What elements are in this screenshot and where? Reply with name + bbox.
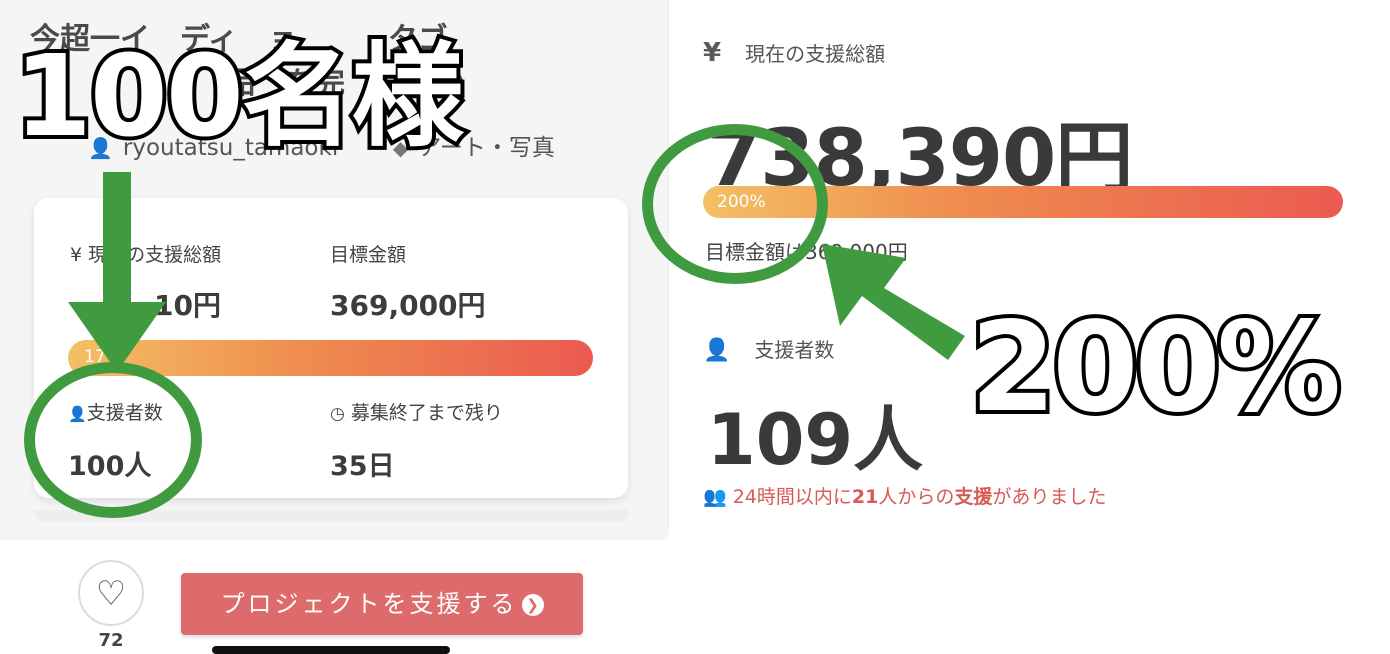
annotation-arrows [68,172,965,372]
annotation-arrow-down [68,172,166,372]
annotation-arrow-diagonal [822,244,965,360]
